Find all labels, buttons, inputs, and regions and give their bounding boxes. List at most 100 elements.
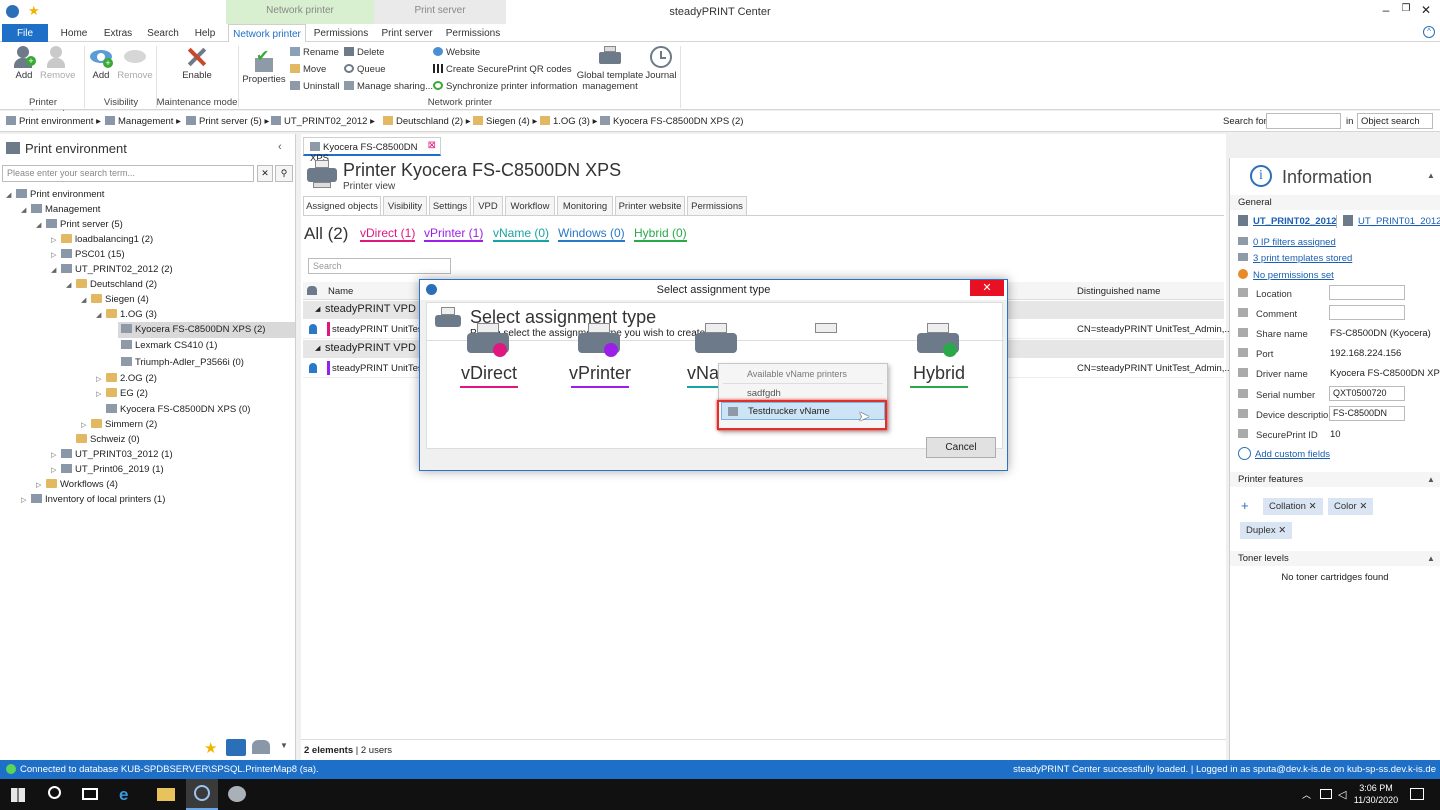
notifications-icon[interactable] <box>1410 788 1424 800</box>
remove-assignment-button[interactable]: Remove <box>40 46 75 81</box>
col-dn[interactable]: Distinguished name <box>1077 286 1160 297</box>
tree-node[interactable]: Lexmark CS410 (1) <box>111 340 217 351</box>
explorer-icon[interactable] <box>157 788 175 801</box>
tree-node[interactable]: ▷ loadbalancing1 (2) <box>51 234 153 245</box>
filter-all[interactable]: All (2) <box>304 224 348 244</box>
serial-input[interactable]: QXT0500720 <box>1329 386 1405 401</box>
tab-workflow[interactable]: Workflow <box>505 196 555 215</box>
section-features[interactable]: Printer features <box>1230 472 1440 487</box>
tab-network-printer[interactable]: Network printer <box>228 24 306 42</box>
tree-node-selected[interactable]: Kyocera FS-C8500DN XPS (2) <box>111 324 265 335</box>
crumb-siegen[interactable]: Siegen (4) ▸ <box>473 116 537 127</box>
edge-icon[interactable]: e <box>119 785 128 805</box>
journal-button[interactable]: Journal <box>644 46 678 81</box>
chip-color[interactable]: Color ✕ <box>1328 498 1374 515</box>
dialog-close-button[interactable]: ✕ <box>970 280 1004 296</box>
tree-node[interactable]: Kyocera FS-C8500DN XPS (0) <box>96 404 250 415</box>
section-toner[interactable]: Toner levels <box>1230 551 1440 566</box>
col-name[interactable]: Name <box>328 286 353 297</box>
info-collapse-icon[interactable]: ▲ <box>1427 171 1435 180</box>
ip-filters-row[interactable]: 0 IP filters assigned <box>1238 237 1336 248</box>
popup-item-sadfgdh[interactable]: sadfgdh <box>747 388 781 399</box>
global-template-button[interactable]: Global template management <box>576 46 644 92</box>
tree-node[interactable]: ◢ Management <box>21 204 100 215</box>
type-hybrid-option[interactable]: Hybrid <box>899 323 979 388</box>
tree-node[interactable]: ◢ UT_PRINT02_2012 (2) <box>51 264 173 275</box>
comment-input[interactable] <box>1329 305 1405 320</box>
steadyprint-taskbar-button[interactable] <box>186 779 218 810</box>
cancel-button[interactable]: Cancel <box>926 437 996 458</box>
tree-node[interactable]: ▷ Workflows (4) <box>36 479 118 490</box>
search-taskbar-icon[interactable] <box>48 786 61 799</box>
visibility-remove-button[interactable]: Remove <box>116 46 154 81</box>
chip-collation[interactable]: Collation ✕ <box>1263 498 1323 515</box>
tab-permissions-np[interactable]: Permissions <box>310 24 372 42</box>
properties-button[interactable]: ✔ Properties <box>242 46 286 85</box>
environment-view-icon[interactable] <box>226 739 246 756</box>
users-view-icon[interactable] <box>252 740 270 754</box>
crumb-1og[interactable]: 1.OG (3) ▸ <box>540 116 597 127</box>
move-button[interactable]: Move <box>290 64 326 75</box>
uninstall-button[interactable]: Uninstall <box>290 81 339 92</box>
tab-visibility[interactable]: Visibility <box>383 196 427 215</box>
website-button[interactable]: Website <box>433 47 480 58</box>
tree-node[interactable]: ◢ Print server (5) <box>36 219 123 230</box>
search-scope-select[interactable]: Object search <box>1357 113 1433 129</box>
type-vdirect-option[interactable]: vDirect <box>449 323 529 388</box>
tree-node[interactable]: ▷ Simmern (2) <box>81 419 157 430</box>
toner-collapse-icon[interactable]: ▲ <box>1427 554 1435 563</box>
task-view-icon[interactable] <box>82 788 98 800</box>
templates-row[interactable]: 3 print templates stored <box>1238 253 1352 264</box>
tab-extras[interactable]: Extras <box>100 24 136 42</box>
tab-permissions-ps[interactable]: Permissions <box>442 24 504 42</box>
tab-settings[interactable]: Settings <box>429 196 471 215</box>
sync-button[interactable]: Synchronize printer information <box>433 81 577 92</box>
add-feature-icon[interactable]: + <box>1241 498 1249 513</box>
start-icon[interactable] <box>11 788 25 802</box>
tree-node[interactable]: Triumph-Adler_P3566i (0) <box>111 357 244 368</box>
tab-assigned-objects[interactable]: Assigned objects <box>303 196 381 215</box>
doc-tab[interactable]: Kyocera FS-C8500DN XPS ⊠ <box>303 137 441 164</box>
filter-vprinter[interactable]: vPrinter (1) <box>424 226 484 242</box>
section-general[interactable]: General <box>1230 195 1440 210</box>
permissions-row[interactable]: No permissions set <box>1238 269 1334 281</box>
clear-search-icon[interactable]: ✕ <box>257 165 273 182</box>
tab-help[interactable]: Help <box>188 24 222 42</box>
clock-date[interactable]: 11/30/2020 <box>1352 795 1400 805</box>
minimize-button[interactable]: – <box>1376 3 1396 21</box>
tab-vpd[interactable]: VPD <box>473 196 503 215</box>
visibility-add-button[interactable]: + Add <box>88 46 114 81</box>
network-tray-icon[interactable] <box>1320 789 1332 799</box>
tree-node[interactable]: ◢ Deutschland (2) <box>66 279 157 290</box>
tree-node[interactable]: ▷ PSC01 (15) <box>51 249 125 260</box>
manage-sharing-button[interactable]: Manage sharing... <box>344 81 433 92</box>
crumb-print-server[interactable]: Print server (5) ▸ <box>186 116 269 127</box>
tab-search[interactable]: Search <box>144 24 182 42</box>
chip-duplex[interactable]: Duplex ✕ <box>1240 522 1293 539</box>
favorites-star-icon[interactable]: ★ <box>204 739 217 757</box>
server-link-2[interactable]: UT_PRINT01_2012 <box>1358 216 1440 227</box>
search-icon[interactable]: ⚲ <box>275 165 293 182</box>
more-views-icon[interactable]: ▼ <box>280 741 288 750</box>
tree-node[interactable]: ◢ Print environment <box>6 189 104 200</box>
queue-button[interactable]: Queue <box>344 64 386 75</box>
close-button[interactable]: ✕ <box>1416 3 1436 21</box>
enable-maintenance-button[interactable]: Enable <box>178 46 216 81</box>
close-tab-icon[interactable]: ⊠ <box>428 140 436 151</box>
description-input[interactable]: FS-C8500DN <box>1329 406 1405 421</box>
tree-node[interactable]: ▷ Inventory of local printers (1) <box>21 494 165 505</box>
search-for-input[interactable] <box>1266 113 1341 129</box>
tree-node[interactable]: ▷ UT_PRINT03_2012 (1) <box>51 449 173 460</box>
filter-hybrid[interactable]: Hybrid (0) <box>634 226 687 242</box>
tree-node[interactable]: ◢ 1.OG (3) <box>96 309 157 320</box>
crumb-deutschland[interactable]: Deutschland (2) ▸ <box>383 116 470 127</box>
tab-monitoring[interactable]: Monitoring <box>557 196 613 215</box>
restore-button[interactable]: ❐ <box>1396 3 1416 21</box>
grid-search-input[interactable]: Search <box>308 258 451 274</box>
tree-node[interactable]: ▷ 2.OG (2) <box>96 373 157 384</box>
tab-printer-website[interactable]: Printer website <box>615 196 685 215</box>
tree-node[interactable]: ▷ UT_Print06_2019 (1) <box>51 464 164 475</box>
clock-time[interactable]: 3:06 PM <box>1352 783 1400 793</box>
crumb-ut-print02[interactable]: UT_PRINT02_2012 ▸ <box>271 116 375 127</box>
qr-codes-button[interactable]: Create SecurePrint QR codes <box>433 64 572 75</box>
